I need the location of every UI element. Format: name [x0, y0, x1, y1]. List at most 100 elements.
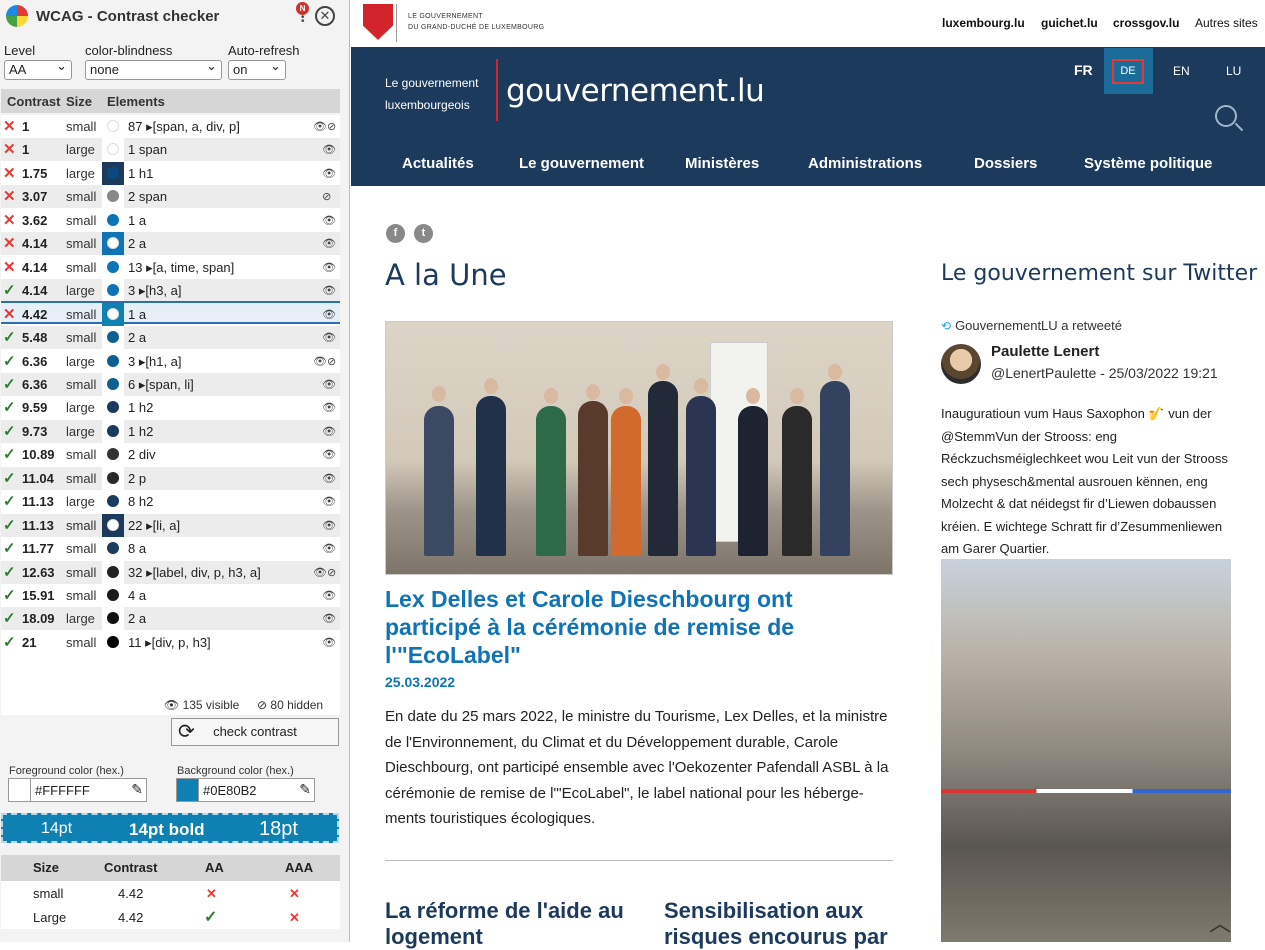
- elements-value[interactable]: 11 ▸[div, p, h3]: [128, 635, 211, 651]
- fg-color-value[interactable]: #FFFFFF: [35, 783, 90, 798]
- autorefresh-select[interactable]: on: [228, 58, 286, 80]
- top-link[interactable]: luxembourg.lu: [942, 16, 1025, 30]
- scroll-up-icon[interactable]: ︿: [1209, 906, 1231, 938]
- lang-en[interactable]: EN: [1173, 64, 1190, 78]
- col-contrast[interactable]: Contrast: [7, 94, 60, 109]
- bg-color-value[interactable]: #0E80B2: [203, 783, 257, 798]
- elements-value[interactable]: 22 ▸[li, a]: [128, 518, 180, 534]
- result-row[interactable]: ✕ 3.07 small 2 span ⊘: [1, 185, 340, 209]
- bg-color-swatch[interactable]: [177, 779, 199, 801]
- top-link[interactable]: guichet.lu: [1041, 16, 1098, 30]
- result-row[interactable]: ✓ 11.77 small 8 a 👁: [1, 537, 340, 561]
- news-link[interactable]: La réforme de l'aide au logement: [385, 898, 625, 950]
- elements-value[interactable]: 3 ▸[h3, a]: [128, 283, 182, 299]
- elements-value[interactable]: 8 a: [128, 541, 146, 556]
- colorblind-select[interactable]: none: [85, 58, 222, 80]
- visibility-icon[interactable]: 👁: [313, 143, 339, 156]
- elements-value[interactable]: 1 h2: [128, 424, 153, 439]
- visibility-icon[interactable]: ⊘: [313, 190, 339, 203]
- visibility-icon[interactable]: 👁⊘: [313, 566, 339, 579]
- result-row[interactable]: ✕ 1 large 1 span 👁: [1, 138, 340, 162]
- level-select[interactable]: AA: [4, 58, 72, 80]
- result-row[interactable]: ✓ 11.13 large 8 h2 👁: [1, 490, 340, 514]
- check-contrast-button[interactable]: ⟳ check contrast: [171, 718, 339, 746]
- result-row[interactable]: ✓ 12.63 small 32 ▸[label, div, p, h3, a] 👁⊘: [1, 560, 340, 584]
- visibility-icon[interactable]: 👁: [313, 519, 339, 532]
- visibility-icon[interactable]: 👁⊘: [313, 120, 339, 133]
- government-wordmark[interactable]: LE GOUVERNEMENT DU GRAND-DUCHÉ DE LUXEMB…: [408, 11, 544, 33]
- facebook-icon[interactable]: f: [386, 224, 405, 243]
- elements-value[interactable]: 2 span: [128, 189, 167, 204]
- more-menu-icon[interactable]: • •: [301, 13, 305, 27]
- result-row[interactable]: ✓ 11.13 small 22 ▸[li, a] 👁: [1, 513, 340, 537]
- twitter-icon[interactable]: t: [414, 224, 433, 243]
- elements-value[interactable]: 1 a: [128, 213, 146, 228]
- top-link[interactable]: crossgov.lu: [1113, 16, 1179, 30]
- fg-color-swatch[interactable]: [9, 779, 31, 801]
- result-row[interactable]: ✕ 4.42 small 1 a 👁: [1, 300, 340, 326]
- elements-value[interactable]: 2 a: [128, 611, 146, 626]
- elements-value[interactable]: 2 a: [128, 330, 146, 345]
- menu-item[interactable]: Dossiers: [974, 155, 1037, 172]
- elements-value[interactable]: 1 h1: [128, 166, 153, 181]
- eyedropper-icon[interactable]: ✎: [131, 781, 143, 798]
- site-logo[interactable]: gouvernement.lu: [506, 73, 765, 109]
- elements-value[interactable]: 2 a: [128, 236, 146, 251]
- visibility-icon[interactable]: 👁: [313, 589, 339, 602]
- bg-color-input[interactable]: #0E80B2 ✎: [176, 778, 315, 802]
- elements-value[interactable]: 3 ▸[h1, a]: [128, 354, 182, 370]
- menu-item[interactable]: Ministères: [685, 155, 759, 172]
- col-elements[interactable]: Elements: [107, 94, 165, 109]
- visibility-icon[interactable]: 👁: [313, 472, 339, 485]
- menu-item[interactable]: Administrations: [808, 155, 922, 172]
- eyedropper-icon[interactable]: ✎: [299, 781, 311, 798]
- result-row[interactable]: ✓ 9.73 large 1 h2 👁: [1, 419, 340, 443]
- result-row[interactable]: ✓ 6.36 small 6 ▸[span, li] 👁: [1, 372, 340, 396]
- visibility-icon[interactable]: 👁: [313, 237, 339, 250]
- elements-value[interactable]: 2 div: [128, 447, 155, 462]
- close-button[interactable]: ✕: [315, 6, 335, 26]
- col-size[interactable]: Size: [66, 94, 92, 109]
- elements-value[interactable]: 13 ▸[a, time, span]: [128, 260, 234, 276]
- visibility-icon[interactable]: 👁: [313, 425, 339, 438]
- elements-value[interactable]: 1 span: [128, 142, 167, 157]
- result-row[interactable]: ✓ 4.14 large 3 ▸[h3, a] 👁: [1, 279, 340, 303]
- visibility-icon[interactable]: 👁: [313, 261, 339, 274]
- avatar[interactable]: [941, 344, 981, 384]
- result-row[interactable]: ✓ 10.89 small 2 div 👁: [1, 443, 340, 467]
- lion-crest-icon[interactable]: [363, 4, 393, 40]
- result-row[interactable]: ✕ 4.14 small 2 a 👁: [1, 232, 340, 256]
- lang-fr[interactable]: FR: [1074, 62, 1093, 78]
- menu-item[interactable]: Système politique: [1084, 155, 1212, 172]
- elements-value[interactable]: 87 ▸[span, a, div, p]: [128, 119, 240, 135]
- search-icon[interactable]: [1215, 105, 1237, 127]
- visibility-icon[interactable]: 👁: [313, 542, 339, 555]
- visibility-icon[interactable]: 👁: [313, 308, 339, 321]
- visibility-icon[interactable]: 👁: [313, 284, 339, 297]
- other-sites-link[interactable]: Autres sites: [1195, 16, 1258, 30]
- result-row[interactable]: ✕ 1 small 87 ▸[span, a, div, p] 👁⊘: [1, 115, 340, 138]
- result-row[interactable]: ✕ 4.14 small 13 ▸[a, time, span] 👁: [1, 255, 340, 279]
- result-row[interactable]: ✓ 6.36 large 3 ▸[h1, a] 👁⊘: [1, 349, 340, 373]
- visibility-icon[interactable]: 👁: [313, 401, 339, 414]
- visibility-icon[interactable]: 👁: [313, 495, 339, 508]
- news-link[interactable]: Sensibilisation aux risques encourus par: [664, 898, 894, 950]
- elements-value[interactable]: 2 p: [128, 471, 146, 486]
- visibility-icon[interactable]: 👁: [313, 214, 339, 227]
- tweet-handle[interactable]: @LenertPaulette - 25/03/2022 19:21: [991, 365, 1218, 381]
- elements-value[interactable]: 1 h2: [128, 400, 153, 415]
- elements-value[interactable]: 1 a: [128, 307, 146, 322]
- visibility-icon[interactable]: 👁: [313, 448, 339, 461]
- lang-lu[interactable]: LU: [1226, 64, 1241, 78]
- result-row[interactable]: ✓ 11.04 small 2 p 👁: [1, 466, 340, 490]
- elements-value[interactable]: 32 ▸[label, div, p, h3, a]: [128, 565, 261, 581]
- fg-color-input[interactable]: #FFFFFF ✎: [8, 778, 147, 802]
- elements-value[interactable]: 8 h2: [128, 494, 153, 509]
- elements-value[interactable]: 4 a: [128, 588, 146, 603]
- visibility-icon[interactable]: 👁⊘: [313, 355, 339, 368]
- result-row[interactable]: ✕ 3.62 small 1 a 👁: [1, 208, 340, 232]
- tweet-photo[interactable]: [941, 559, 1231, 942]
- menu-item[interactable]: Actualités: [402, 155, 474, 172]
- visibility-icon[interactable]: 👁: [313, 636, 339, 649]
- visibility-icon[interactable]: 👁: [313, 378, 339, 391]
